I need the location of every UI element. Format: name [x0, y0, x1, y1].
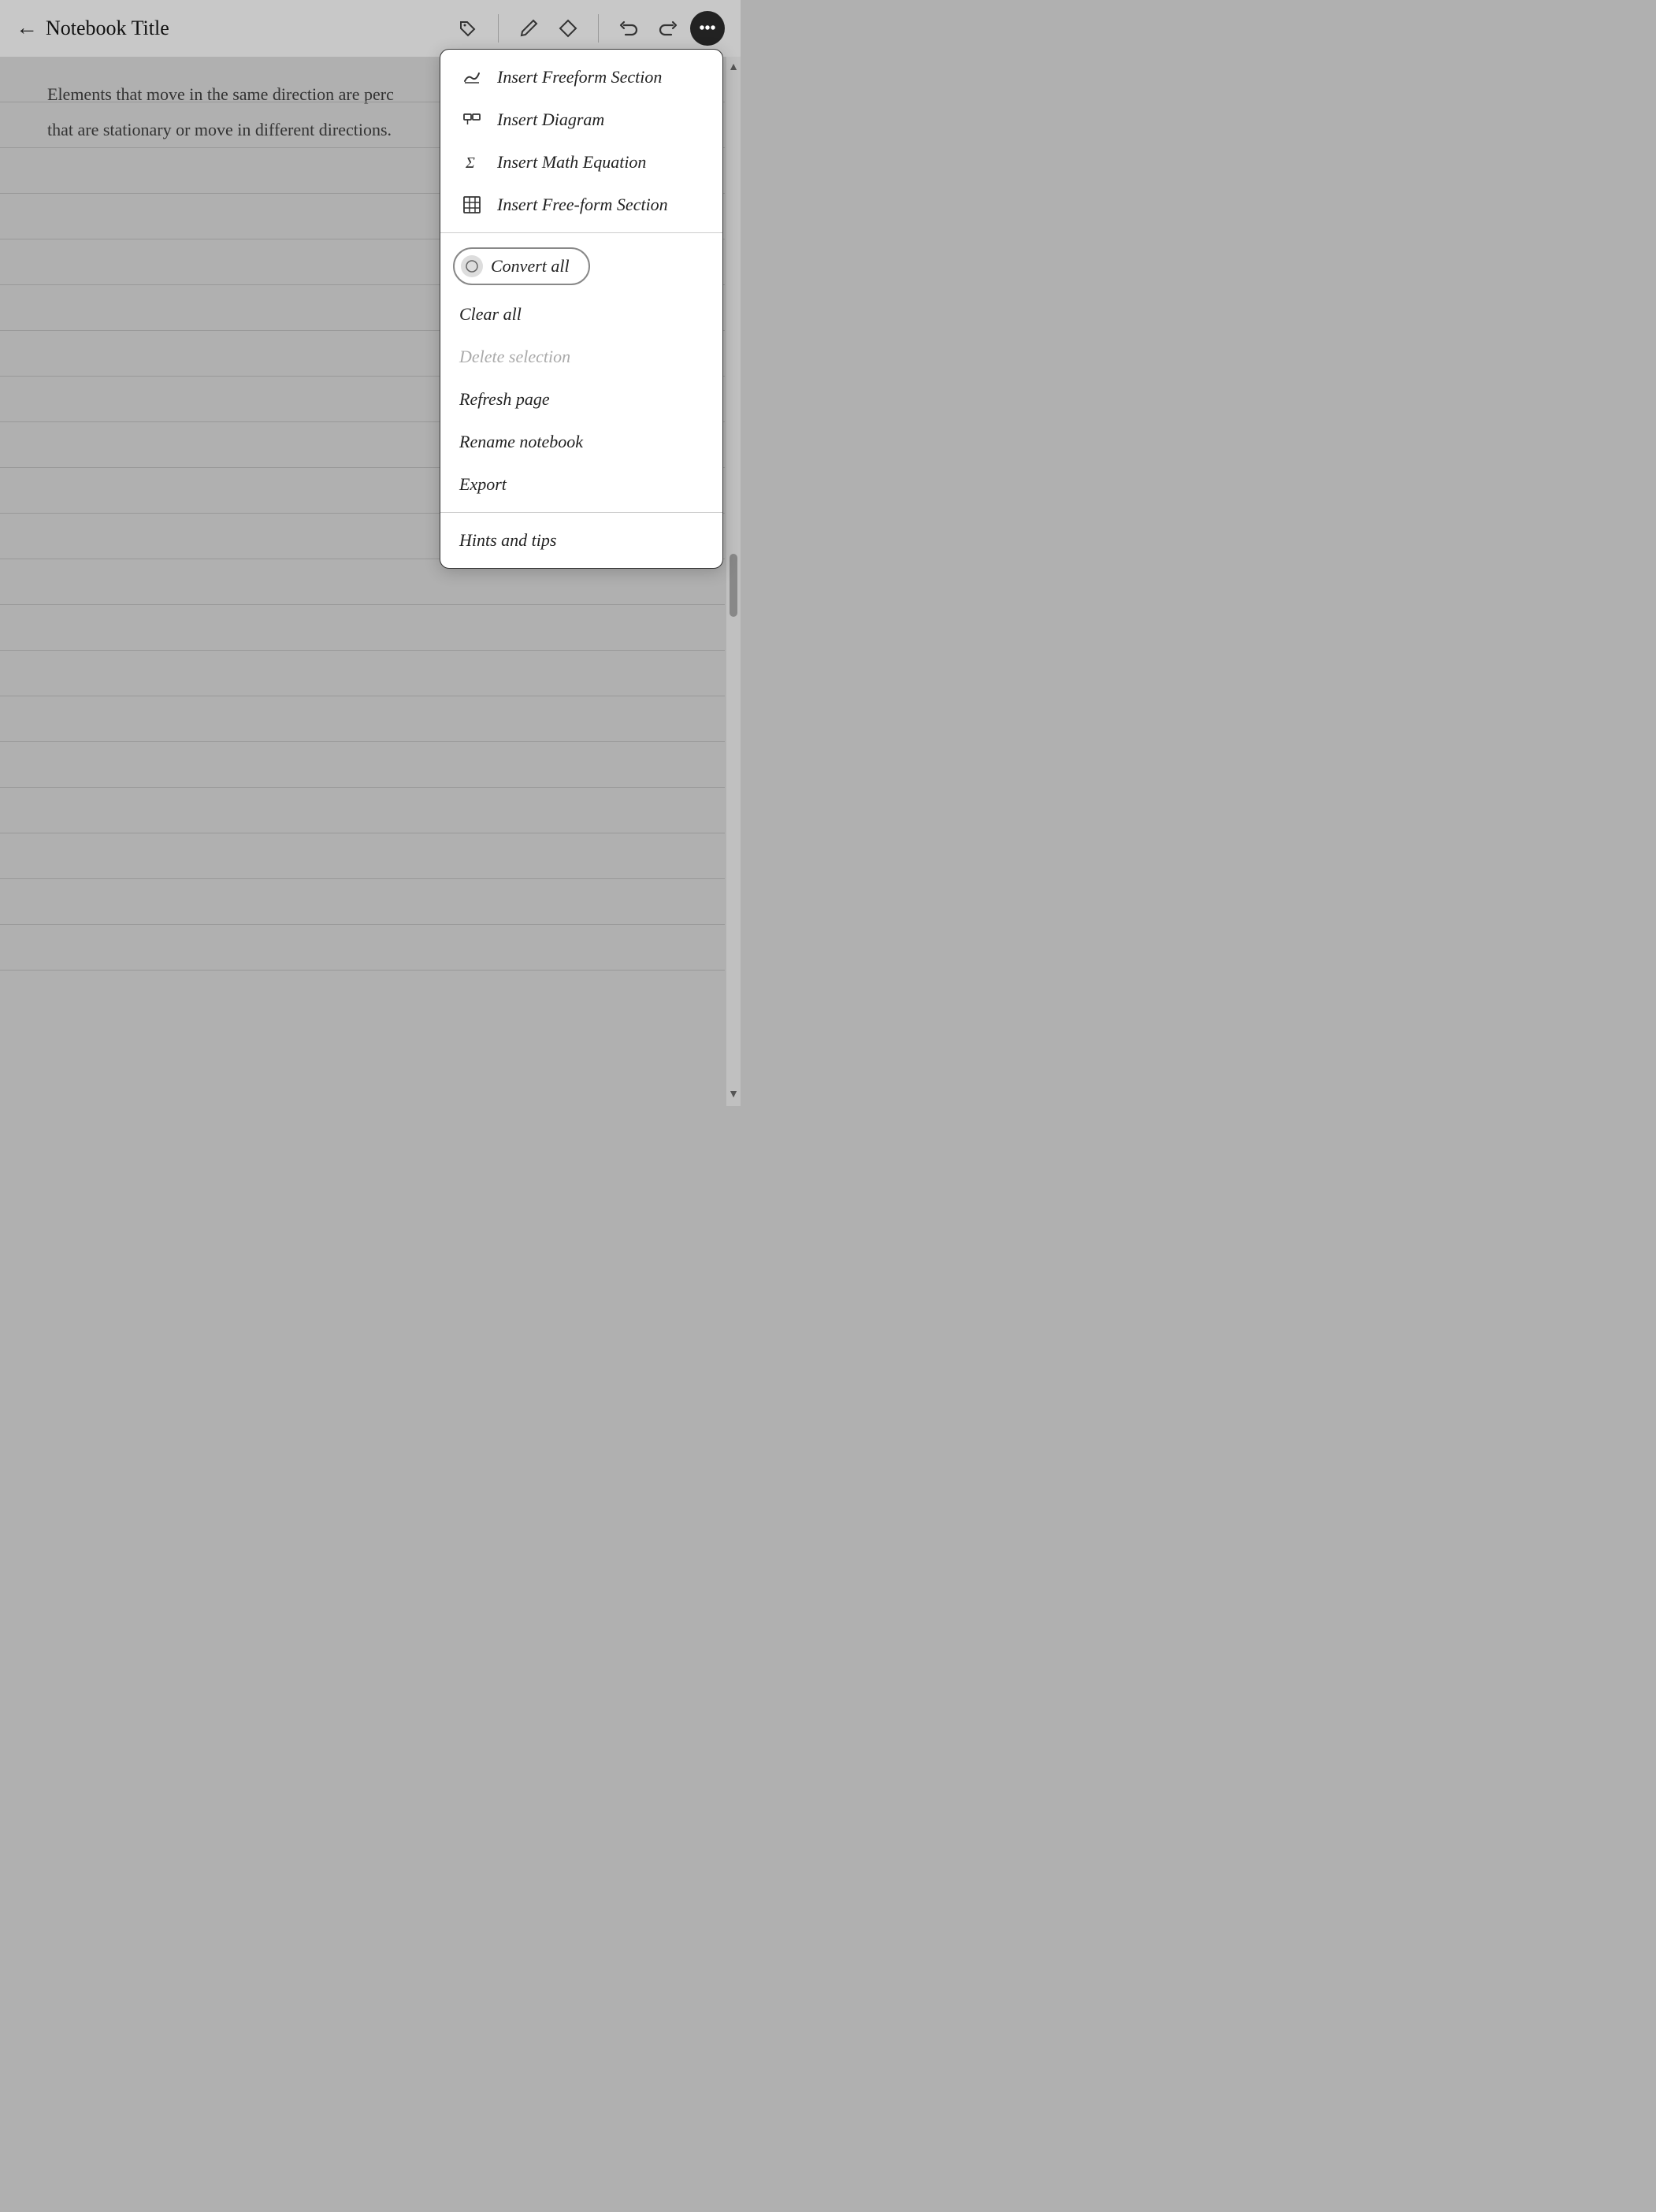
menu-item-clear-all[interactable]: Clear all [440, 293, 722, 336]
math-icon: Σ [459, 152, 485, 173]
menu-item-hints-tips[interactable]: Hints and tips [440, 519, 722, 562]
menu-item-convert-all[interactable]: Convert all [440, 239, 722, 293]
pen-icon[interactable] [511, 11, 546, 46]
scroll-up-arrow[interactable]: ▲ [728, 61, 739, 74]
refresh-page-label: Refresh page [459, 389, 550, 410]
scroll-thumb[interactable] [730, 554, 737, 617]
dropdown-menu: Insert Freeform Section Insert Diagram Σ [440, 49, 723, 569]
menu-section-help: Hints and tips [440, 513, 722, 568]
menu-section-insert: Insert Freeform Section Insert Diagram Σ [440, 50, 722, 232]
toolbar-left: ← Notebook Title [16, 16, 451, 41]
convert-all-pill: Convert all [453, 247, 590, 285]
scrollbar[interactable]: ▲ ▼ [726, 57, 741, 1106]
divider-1 [498, 14, 499, 43]
delete-selection-label: Delete selection [459, 347, 570, 367]
diagram-icon [459, 109, 485, 130]
divider-2 [598, 14, 599, 43]
back-button[interactable]: ← [16, 16, 38, 41]
toolbar-center: ••• [451, 11, 725, 46]
menu-item-insert-freeform-section-label: Insert Free-form Section [497, 195, 668, 215]
menu-item-insert-diagram-label: Insert Diagram [497, 109, 604, 130]
undo-icon[interactable] [611, 11, 646, 46]
grid-icon [459, 195, 485, 215]
freeform-icon [459, 67, 485, 87]
scroll-down-arrow[interactable]: ▼ [728, 1089, 739, 1101]
menu-item-insert-math[interactable]: Σ Insert Math Equation [440, 141, 722, 184]
eraser-icon[interactable] [551, 11, 585, 46]
menu-item-insert-diagram[interactable]: Insert Diagram [440, 98, 722, 141]
export-label: Export [459, 474, 507, 495]
hints-tips-label: Hints and tips [459, 530, 556, 551]
svg-text:Σ: Σ [465, 154, 475, 172]
menu-item-insert-math-label: Insert Math Equation [497, 152, 646, 173]
menu-item-insert-freeform-label: Insert Freeform Section [497, 67, 662, 87]
menu-item-delete-selection: Delete selection [440, 336, 722, 378]
tags-icon[interactable] [451, 11, 485, 46]
redo-icon[interactable] [651, 11, 685, 46]
menu-item-insert-freeform-section[interactable]: Insert Free-form Section [440, 184, 722, 226]
clear-all-label: Clear all [459, 304, 522, 325]
more-options-icon: ••• [699, 20, 715, 38]
menu-item-insert-freeform[interactable]: Insert Freeform Section [440, 56, 722, 98]
rename-notebook-label: Rename notebook [459, 432, 583, 452]
more-options-button[interactable]: ••• [690, 11, 725, 46]
menu-item-export[interactable]: Export [440, 463, 722, 506]
menu-item-rename-notebook[interactable]: Rename notebook [440, 421, 722, 463]
convert-all-label: Convert all [491, 256, 570, 276]
convert-all-icon [461, 255, 483, 277]
menu-section-actions: Convert all Clear all Delete selection R… [440, 233, 722, 512]
menu-item-refresh-page[interactable]: Refresh page [440, 378, 722, 421]
notebook-title: Notebook Title [46, 17, 169, 40]
